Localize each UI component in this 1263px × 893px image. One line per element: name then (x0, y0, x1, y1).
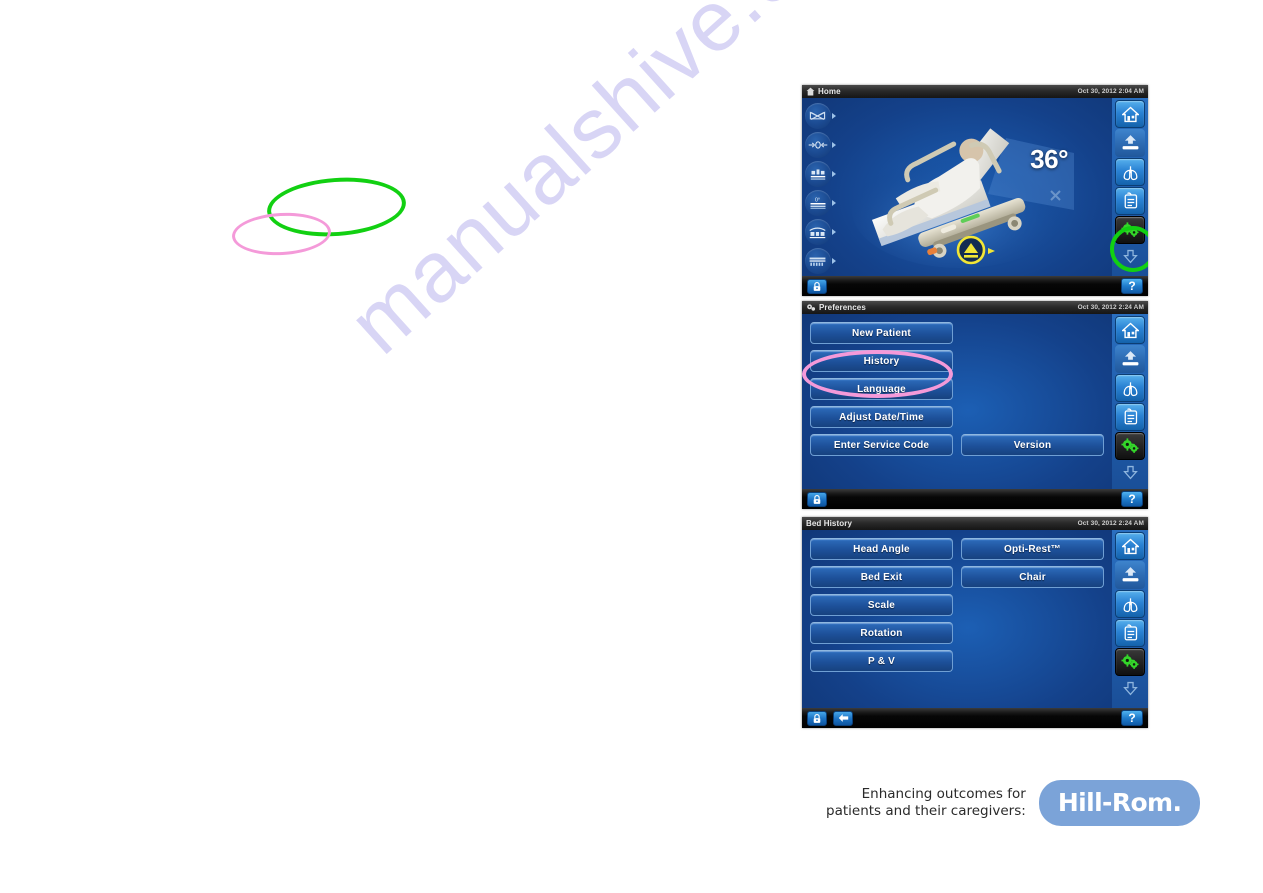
rail-item-bed-position[interactable] (804, 160, 836, 188)
bed-angle-zero-icon: 0° (804, 190, 831, 216)
bed-surface-icon (804, 219, 831, 245)
bed-exit-icon (804, 103, 831, 129)
preferences-menu: New Patient History Language Adjust Date… (802, 314, 1112, 489)
nav-bed-up-button[interactable] (1115, 561, 1145, 589)
rail-item-mattress-therapy[interactable] (804, 247, 836, 275)
device-screen-home: Home Oct 30, 2012 2:04 AM 0° 36° ? (802, 85, 1148, 296)
p-and-v-button[interactable]: P & V (810, 650, 953, 672)
nav-chart-button[interactable] (1115, 187, 1145, 215)
panel-title: Bed History (806, 519, 852, 528)
bottombar-bed-history: ? (802, 708, 1148, 728)
panel-title: Preferences (819, 303, 866, 312)
rail-item-bed-exit[interactable] (804, 102, 836, 130)
chevron-right-icon (831, 200, 836, 206)
nav-gears-button[interactable] (1115, 648, 1145, 676)
chevron-right-icon (831, 142, 836, 148)
chevron-right-icon (831, 113, 836, 119)
nav-home-button[interactable] (1115, 316, 1145, 344)
left-icon-rail: 0° (802, 98, 838, 276)
titlebar-bed-history: Bed History Oct 30, 2012 2:24 AM (802, 517, 1148, 530)
nav-lungs-button[interactable] (1115, 158, 1145, 186)
screen-body-preferences: New Patient History Language Adjust Date… (802, 314, 1148, 489)
bed-position-icon (804, 161, 831, 187)
nav-scroll-down-button[interactable] (1115, 245, 1145, 267)
titlebar-home: Home Oct 30, 2012 2:04 AM (802, 85, 1148, 98)
right-nav-rail (1110, 98, 1148, 276)
nav-chart-button[interactable] (1115, 403, 1145, 431)
nav-chart-button[interactable] (1115, 619, 1145, 647)
chevron-right-icon (831, 171, 836, 177)
nav-bed-up-button[interactable] (1115, 345, 1145, 373)
mattress-therapy-icon (804, 248, 831, 274)
chevron-right-icon (831, 229, 836, 235)
nav-gears-button[interactable] (1115, 216, 1145, 244)
screen-body-bed-history: Head Angle Bed Exit Scale Rotation P & V… (802, 530, 1148, 708)
scale-button[interactable]: Scale (810, 594, 953, 616)
help-button[interactable]: ? (1121, 278, 1143, 294)
preferences-right-column: Version (961, 322, 1104, 483)
panel-datetime: Oct 30, 2012 2:24 AM (1077, 304, 1144, 311)
nav-home-button[interactable] (1115, 100, 1145, 128)
right-nav-rail (1112, 314, 1148, 489)
lock-icon[interactable] (807, 710, 827, 726)
back-arrow-icon[interactable] (833, 710, 853, 726)
opti-rest-button[interactable]: Opti-Rest™ (961, 538, 1104, 560)
brand-tagline: Enhancing outcomes for patients and thei… (826, 786, 1026, 820)
new-patient-button[interactable]: New Patient (810, 322, 953, 344)
device-screen-bed-history: Bed History Oct 30, 2012 2:24 AM Head An… (802, 517, 1148, 728)
bed-exit-button[interactable]: Bed Exit (810, 566, 953, 588)
screen-body-home: 0° 36° (802, 98, 1148, 276)
chair-button[interactable]: Chair (961, 566, 1104, 588)
device-screen-preferences: Preferences Oct 30, 2012 2:24 AM New Pat… (802, 301, 1148, 509)
hill-rom-logo: Hill-Rom. (1038, 780, 1201, 826)
help-button[interactable]: ? (1121, 710, 1143, 726)
panel-title: Home (818, 87, 841, 96)
tagline-line-1: Enhancing outcomes for (861, 786, 1026, 802)
head-angle-button[interactable]: Head Angle (810, 538, 953, 560)
nav-lungs-button[interactable] (1115, 590, 1145, 618)
help-button[interactable]: ? (1121, 491, 1143, 507)
adjust-date-time-button[interactable]: Adjust Date/Time (810, 406, 953, 428)
tagline-line-2: patients and their caregivers: (826, 803, 1026, 819)
lock-icon[interactable] (807, 278, 827, 294)
language-button[interactable]: Language (810, 378, 953, 400)
nav-scroll-down-button[interactable] (1115, 677, 1145, 699)
bed-history-menu: Head Angle Bed Exit Scale Rotation P & V… (802, 530, 1112, 708)
hospital-bed-illustration (852, 128, 1074, 268)
nav-home-button[interactable] (1115, 532, 1145, 560)
rail-item-bed-angle-zero[interactable]: 0° (804, 189, 836, 217)
bed-history-right-column: Opti-Rest™ Chair (961, 538, 1104, 702)
version-button[interactable]: Version (961, 434, 1104, 456)
hill-rom-footer: Enhancing outcomes for patients and thei… (826, 780, 1201, 826)
bottombar-home: ? (802, 276, 1148, 296)
rail-item-scale-zero[interactable] (804, 131, 836, 159)
titlebar-preferences: Preferences Oct 30, 2012 2:24 AM (802, 301, 1148, 314)
rotation-button[interactable]: Rotation (810, 622, 953, 644)
right-nav-rail (1112, 530, 1148, 708)
nav-gears-button[interactable] (1115, 432, 1145, 460)
bed-illustration-stage: 36° (838, 98, 1112, 276)
annotation-ellipse-pink (230, 210, 333, 258)
svg-text:0°: 0° (815, 198, 820, 204)
scale-zero-icon (804, 132, 831, 158)
rail-item-bed-surface[interactable] (804, 218, 836, 246)
enter-service-code-button[interactable]: Enter Service Code (810, 434, 953, 456)
bed-history-left-column: Head Angle Bed Exit Scale Rotation P & V (810, 538, 953, 702)
head-angle-readout: 36° (1030, 144, 1068, 174)
nav-lungs-button[interactable] (1115, 374, 1145, 402)
panel-datetime: Oct 30, 2012 2:04 AM (1077, 88, 1144, 95)
nav-scroll-down-button[interactable] (1115, 461, 1145, 483)
panel-datetime: Oct 30, 2012 2:24 AM (1077, 520, 1144, 527)
preferences-left-column: New Patient History Language Adjust Date… (810, 322, 953, 483)
lock-icon[interactable] (807, 491, 827, 507)
bottombar-preferences: ? (802, 489, 1148, 509)
chevron-right-icon (831, 258, 836, 264)
nav-bed-up-button[interactable] (1115, 129, 1145, 157)
history-button[interactable]: History (810, 350, 953, 372)
